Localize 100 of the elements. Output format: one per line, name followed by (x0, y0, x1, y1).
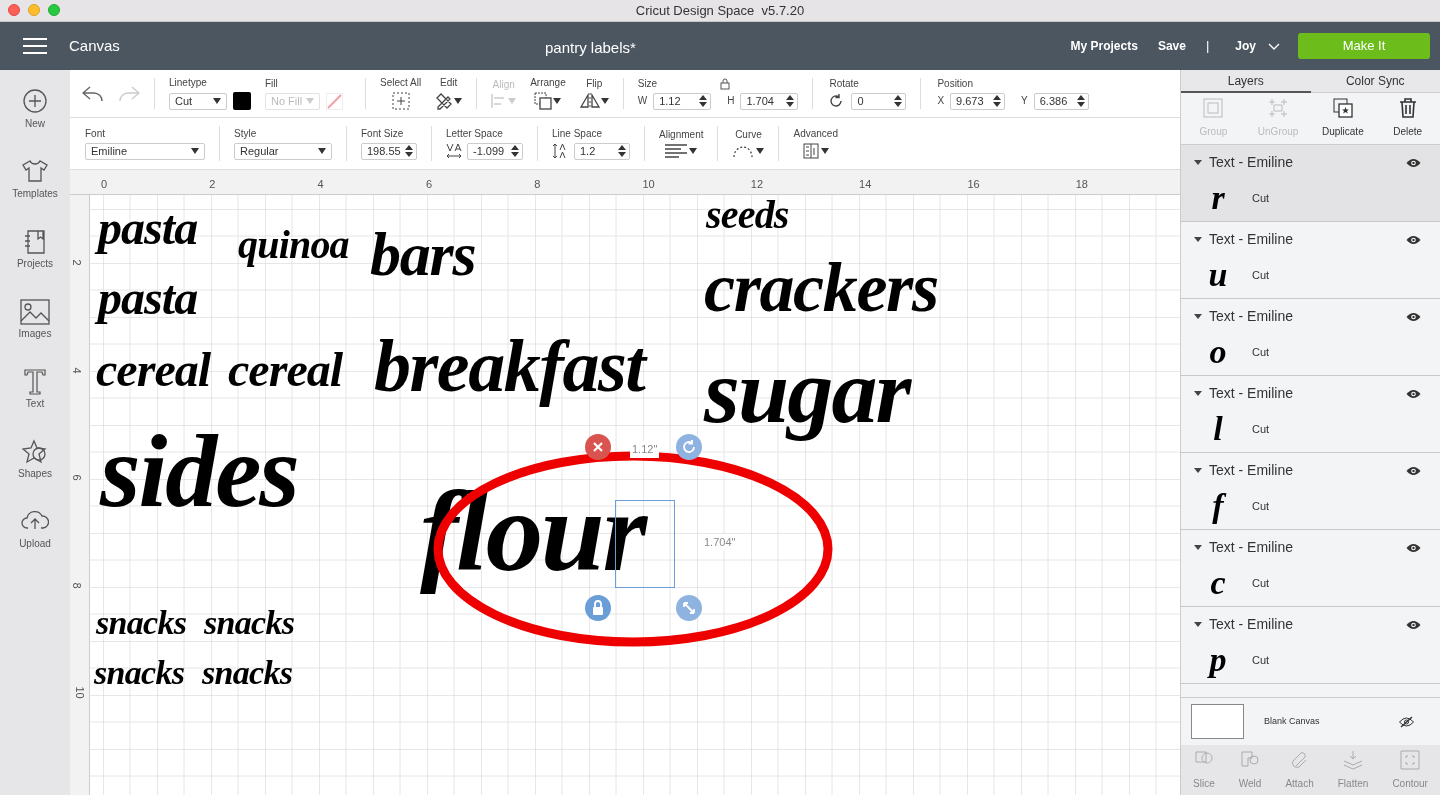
eye-icon[interactable] (1406, 311, 1421, 322)
toolbar-tool[interactable]: Edit (435, 77, 463, 110)
align-text-left-icon (665, 144, 688, 158)
canvas-text[interactable]: snacks (96, 602, 194, 645)
canvas-text[interactable]: cereal (96, 340, 220, 400)
sidebar-item[interactable]: Templates (12, 159, 58, 201)
toolbar-tool[interactable]: Arrange (530, 77, 566, 110)
toolbar-tool[interactable]: Select All (380, 77, 422, 110)
sidebar-item[interactable]: Projects (16, 229, 54, 271)
spinner-arrows-icon[interactable] (786, 94, 795, 108)
letter-space-field[interactable]: -1.099 (467, 142, 523, 160)
canvas-text[interactable]: sides (100, 406, 319, 536)
canvas-text[interactable]: bars (370, 216, 488, 294)
spinner-arrows-icon[interactable] (511, 144, 519, 158)
lock-icon[interactable] (719, 77, 732, 90)
eye-icon[interactable] (1406, 157, 1421, 168)
delete-handle-icon[interactable] (585, 434, 611, 460)
layer-title: Text - Emiline (1209, 384, 1294, 403)
lock-handle-icon[interactable] (585, 595, 611, 621)
sidebar-item[interactable]: Images (18, 299, 52, 341)
spinner-arrows-icon[interactable] (699, 94, 708, 108)
x-position-field[interactable]: 9.673 (950, 92, 1006, 110)
canvas-text[interactable]: snacks (202, 652, 300, 695)
height-label: 1.704" (702, 534, 738, 551)
eye-icon[interactable] (1406, 465, 1421, 476)
eye-icon[interactable] (1406, 234, 1421, 245)
collapse-triangle-icon[interactable] (1194, 391, 1202, 396)
style-dropdown[interactable]: Regular (234, 142, 332, 160)
canvas-text[interactable]: quinoa (238, 220, 357, 270)
sidebar-item[interactable]: Shapes (18, 439, 52, 481)
advanced-dropdown[interactable] (802, 143, 829, 159)
canvas-text[interactable]: sugar (704, 334, 928, 449)
toolbar-tool[interactable]: Flip (579, 78, 609, 109)
header-link[interactable]: My Projects (1070, 37, 1138, 55)
sidebar-item[interactable]: Upload (19, 509, 51, 551)
eye-icon[interactable] (1406, 388, 1421, 399)
spinner-arrows-icon[interactable] (1076, 94, 1085, 108)
caret-icon (600, 98, 609, 104)
spinner-arrows-icon[interactable] (894, 94, 903, 108)
spinner-arrows-icon[interactable] (405, 144, 413, 158)
collapse-triangle-icon[interactable] (1194, 468, 1202, 473)
field-label: Curve (735, 129, 762, 141)
eye-icon[interactable] (1406, 542, 1421, 553)
field-label: Style (234, 127, 258, 140)
eye-slash-icon[interactable] (1399, 715, 1414, 728)
select-all-icon (391, 92, 410, 110)
no-fill-swatch-icon[interactable] (326, 92, 343, 110)
linetype-dropdown[interactable]: Cut (169, 92, 227, 110)
layer-title: Text - Emiline (1209, 461, 1294, 480)
weld-icon (1240, 749, 1261, 770)
caret-icon (191, 148, 199, 154)
header-link[interactable]: Save (1157, 37, 1186, 55)
caret-icon (508, 98, 517, 104)
y-position-field[interactable]: 6.386 (1033, 92, 1089, 110)
collapse-triangle-icon[interactable] (1194, 314, 1202, 319)
line-space-field[interactable]: 1.2 (574, 142, 630, 160)
image-icon (20, 299, 50, 325)
collapse-triangle-icon[interactable] (1194, 160, 1202, 165)
close-window-icon[interactable] (8, 4, 20, 16)
canvas-text[interactable]: cereal (228, 340, 352, 400)
rotate-field[interactable]: 0 (851, 92, 907, 110)
font-size-field[interactable]: 198.55 (361, 142, 417, 160)
ruler-number: 10 (73, 686, 85, 699)
panel-tab[interactable]: Layers (1181, 70, 1311, 93)
panel-tab[interactable]: Color Sync (1310, 70, 1440, 93)
color-swatch[interactable] (233, 92, 251, 110)
undo-icon[interactable] (82, 85, 104, 102)
layer-action-button[interactable]: Duplicate (1312, 98, 1373, 139)
arrange-layers-icon (534, 92, 553, 110)
sidebar-item[interactable]: New (23, 89, 47, 131)
chevron-down-icon[interactable] (1268, 42, 1280, 50)
collapse-triangle-icon[interactable] (1194, 622, 1202, 627)
collapse-triangle-icon[interactable] (1194, 545, 1202, 550)
width-field[interactable]: 1.12 (653, 92, 712, 110)
canvas-text[interactable]: snacks (94, 652, 192, 695)
caret-icon (553, 98, 562, 104)
ruler-number: 0 (101, 177, 108, 192)
height-field[interactable]: 1.704 (740, 92, 799, 110)
curve-dropdown[interactable] (732, 144, 765, 158)
alignment-dropdown[interactable] (665, 144, 698, 158)
resize-handle-icon[interactable] (676, 595, 702, 621)
field-label: Alignment (659, 129, 704, 141)
rotate-handle-icon[interactable] (676, 434, 702, 460)
layer-action-button[interactable]: Delete (1377, 98, 1438, 139)
canvas-text[interactable]: seeds (706, 190, 797, 240)
menu-icon[interactable] (23, 38, 47, 54)
layer-item[interactable]: Text - Emiline r Cut (1181, 145, 1440, 222)
spinner-arrows-icon[interactable] (993, 94, 1002, 108)
curve-arc-icon (732, 144, 755, 158)
canvas-text[interactable]: breakfast (374, 320, 660, 413)
collapse-triangle-icon[interactable] (1194, 237, 1202, 242)
font-dropdown[interactable]: Emiline (85, 142, 205, 160)
ruler-number: 6 (425, 177, 432, 192)
eye-icon[interactable] (1406, 619, 1421, 630)
canvas-text[interactable]: snacks (204, 602, 302, 645)
sidebar-item[interactable]: Text (24, 369, 46, 411)
canvas-text[interactable]: crackers (704, 244, 952, 332)
spinner-arrows-icon[interactable] (618, 144, 626, 158)
line-space-icon (552, 143, 568, 159)
user-name[interactable]: Joy (1235, 37, 1256, 55)
